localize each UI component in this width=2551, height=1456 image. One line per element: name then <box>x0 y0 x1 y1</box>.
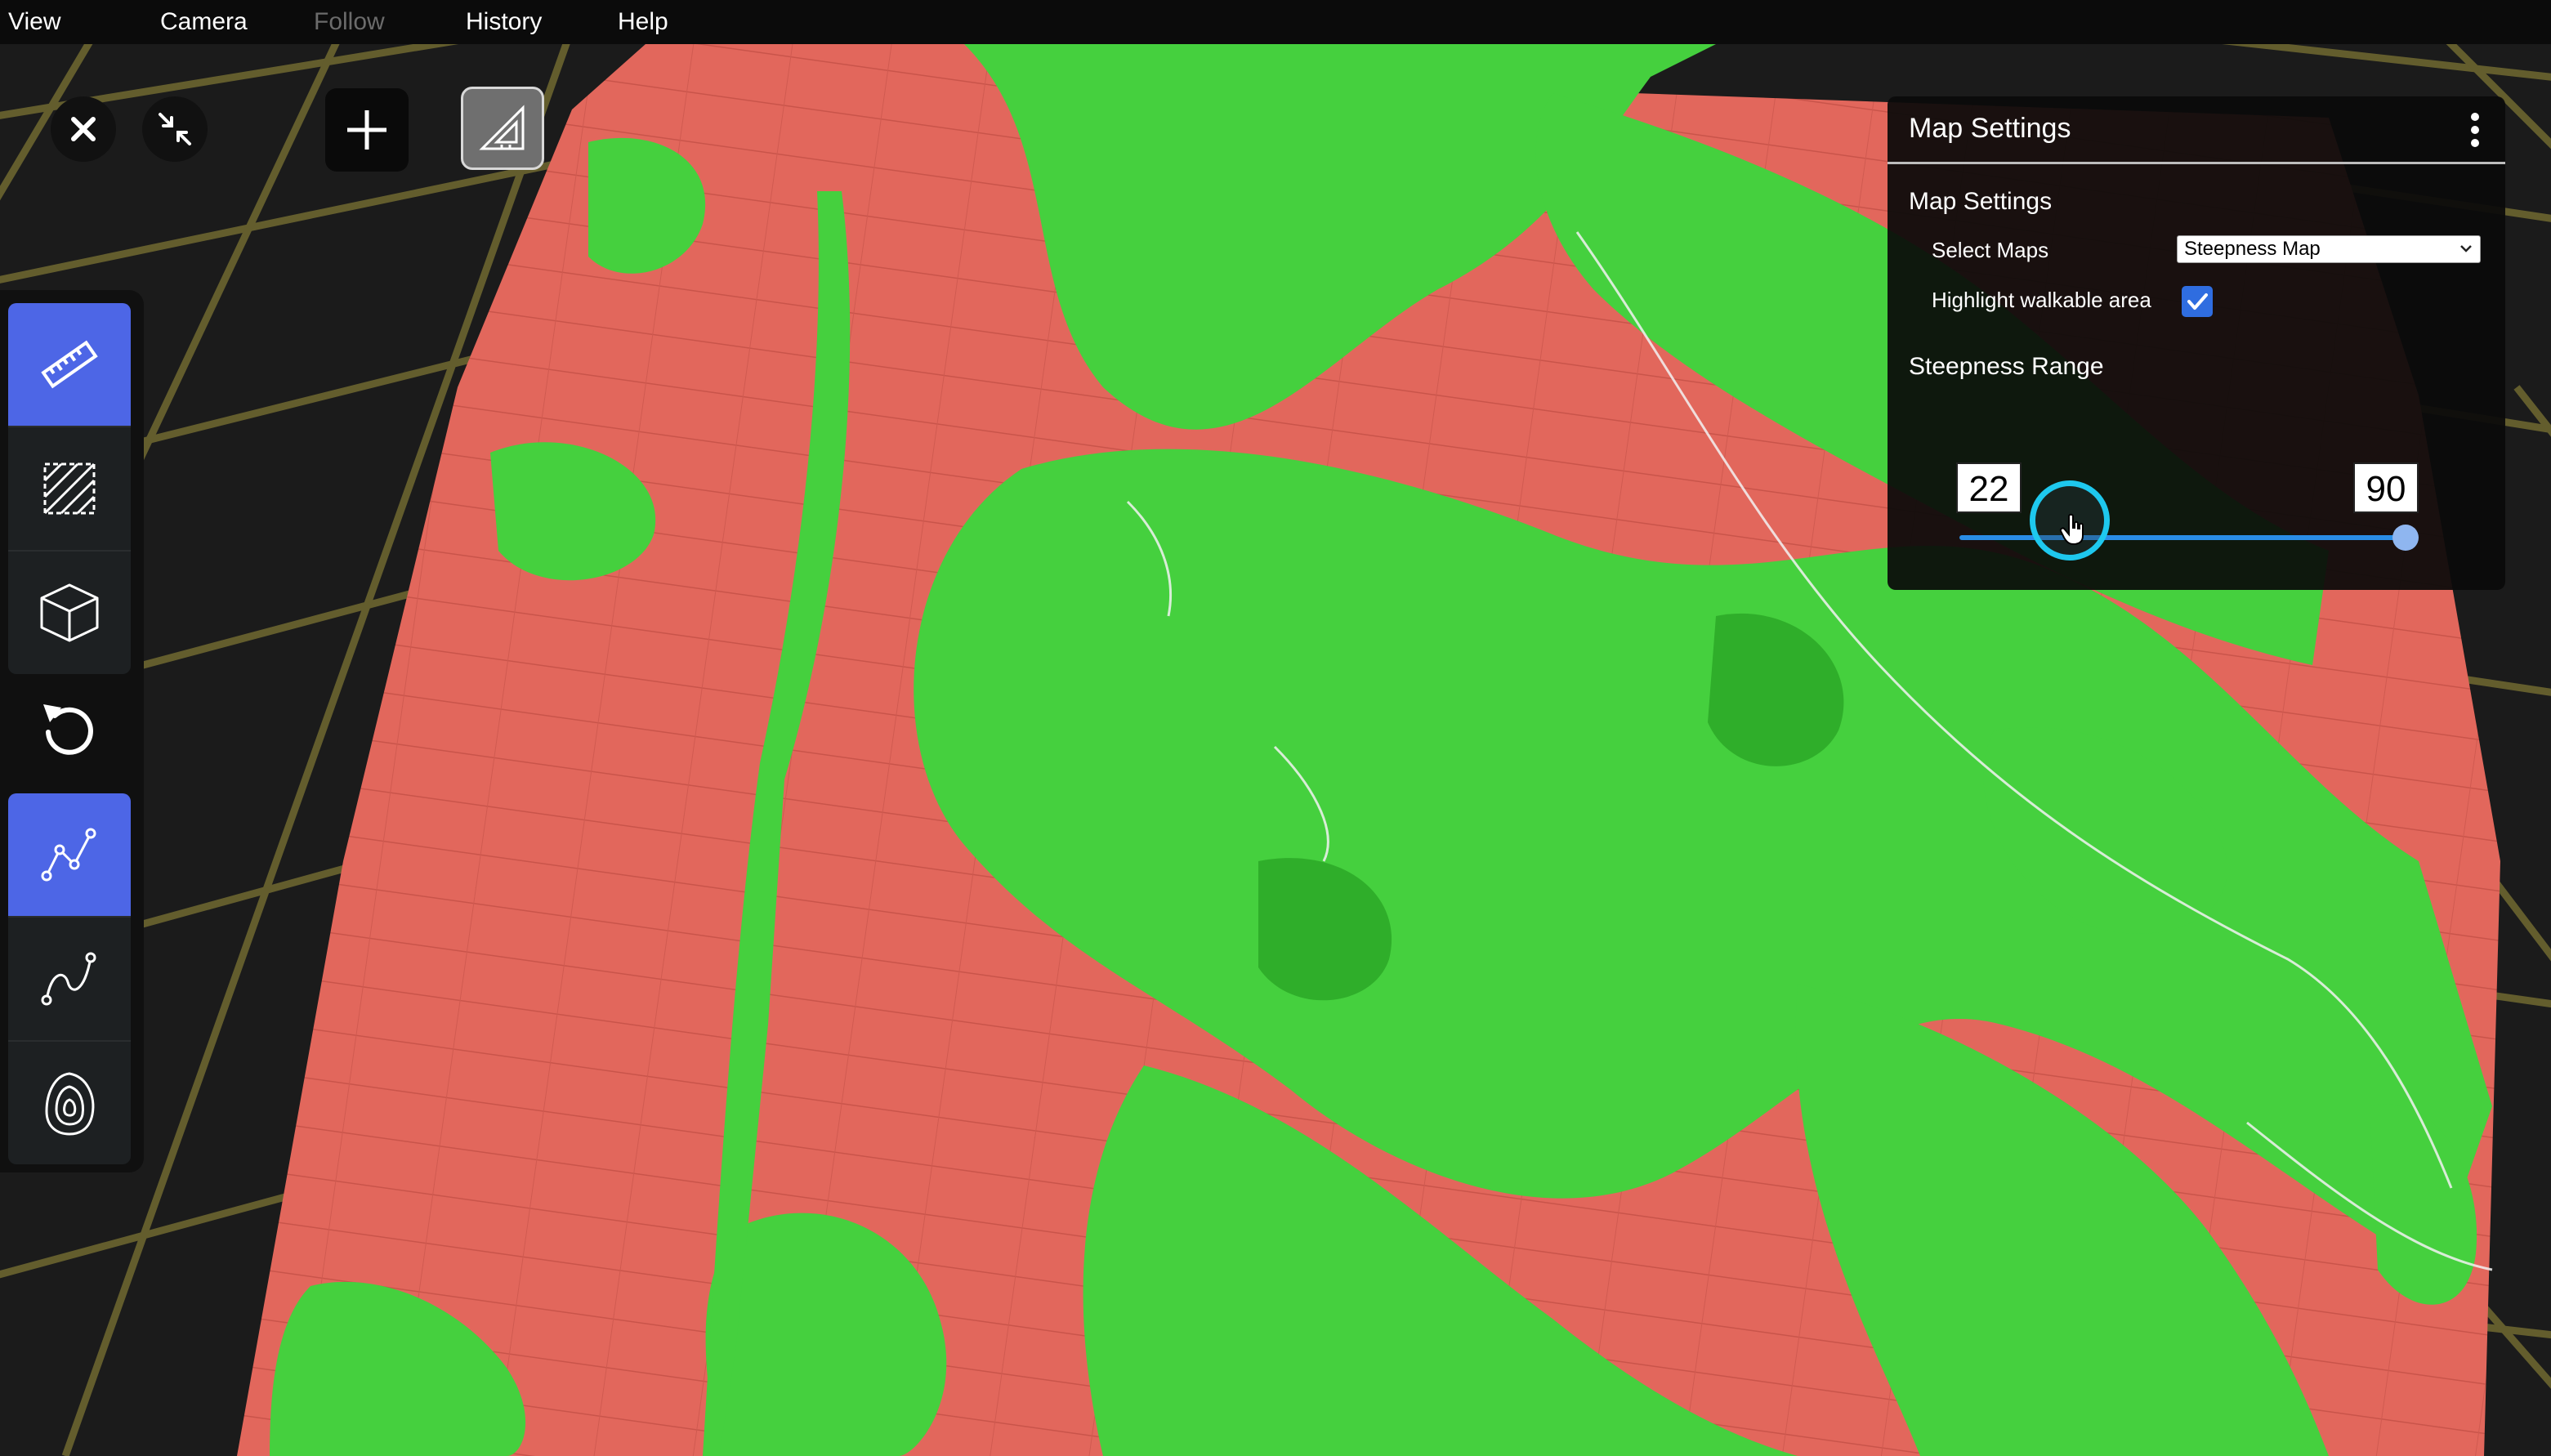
path-tools-group <box>8 793 131 1164</box>
kebab-dot <box>2471 113 2479 121</box>
tool-panel <box>0 290 144 1172</box>
menu-follow[interactable]: Follow <box>314 0 385 44</box>
hatched-area-icon <box>43 462 96 515</box>
menu-help[interactable]: Help <box>618 0 668 44</box>
menu-view[interactable]: View <box>8 0 60 44</box>
polyline-path-icon <box>41 828 96 882</box>
select-maps-label: Select Maps <box>1932 238 2049 262</box>
section-title: Map Settings <box>1909 188 2053 215</box>
panel-title: Map Settings <box>1909 113 2071 144</box>
contour-lines-icon <box>45 1072 95 1136</box>
steepness-max-handle[interactable] <box>2392 525 2419 551</box>
menu-history[interactable]: History <box>466 0 542 44</box>
plus-icon <box>347 110 386 150</box>
volume-tool[interactable] <box>8 552 131 674</box>
ruler-tool[interactable] <box>8 303 131 426</box>
more-options-button[interactable] <box>2458 108 2491 152</box>
curve-tool[interactable] <box>8 918 131 1040</box>
chevron-down-icon <box>2460 245 2472 252</box>
area-tool[interactable] <box>8 427 131 550</box>
collapse-arrows-icon <box>159 113 191 145</box>
contour-tool[interactable] <box>8 1042 131 1164</box>
panel-header: Map Settings <box>1888 96 2505 164</box>
select-maps-value: Steepness Map <box>2184 238 2321 260</box>
range-min-value: 22 <box>1956 462 2022 513</box>
kebab-dot <box>2471 139 2479 147</box>
menu-camera[interactable]: Camera <box>160 0 248 44</box>
close-icon <box>71 117 96 141</box>
measure-angle-button[interactable] <box>461 87 544 170</box>
highlight-walkable-checkbox[interactable] <box>2182 286 2213 317</box>
menu-bar: View Camera Follow History Help <box>0 0 2551 44</box>
checkmark-icon <box>2187 293 2208 310</box>
undo-tool[interactable] <box>8 668 131 790</box>
add-button[interactable] <box>325 88 409 172</box>
select-maps-dropdown[interactable]: Steepness Map <box>2177 235 2481 263</box>
steepness-slider-track[interactable] <box>1959 535 2406 540</box>
kebab-dot <box>2471 126 2479 134</box>
steepness-range-title: Steepness Range <box>1909 353 2104 380</box>
collapse-view-button[interactable] <box>142 96 208 162</box>
curve-path-icon <box>41 952 96 1006</box>
measure-tools-group <box>8 303 131 674</box>
cube-icon <box>40 583 99 642</box>
ruler-icon <box>41 340 98 389</box>
range-max-value: 90 <box>2353 462 2419 513</box>
hand-cursor-icon <box>2059 513 2084 546</box>
polyline-tool[interactable] <box>8 793 131 916</box>
map-settings-panel: Map Settings Map Settings Select Maps St… <box>1888 96 2505 590</box>
set-square-icon <box>479 105 525 150</box>
highlight-walkable-label: Highlight walkable area <box>1932 288 2151 312</box>
close-button[interactable] <box>51 96 116 162</box>
undo-icon <box>43 704 93 755</box>
